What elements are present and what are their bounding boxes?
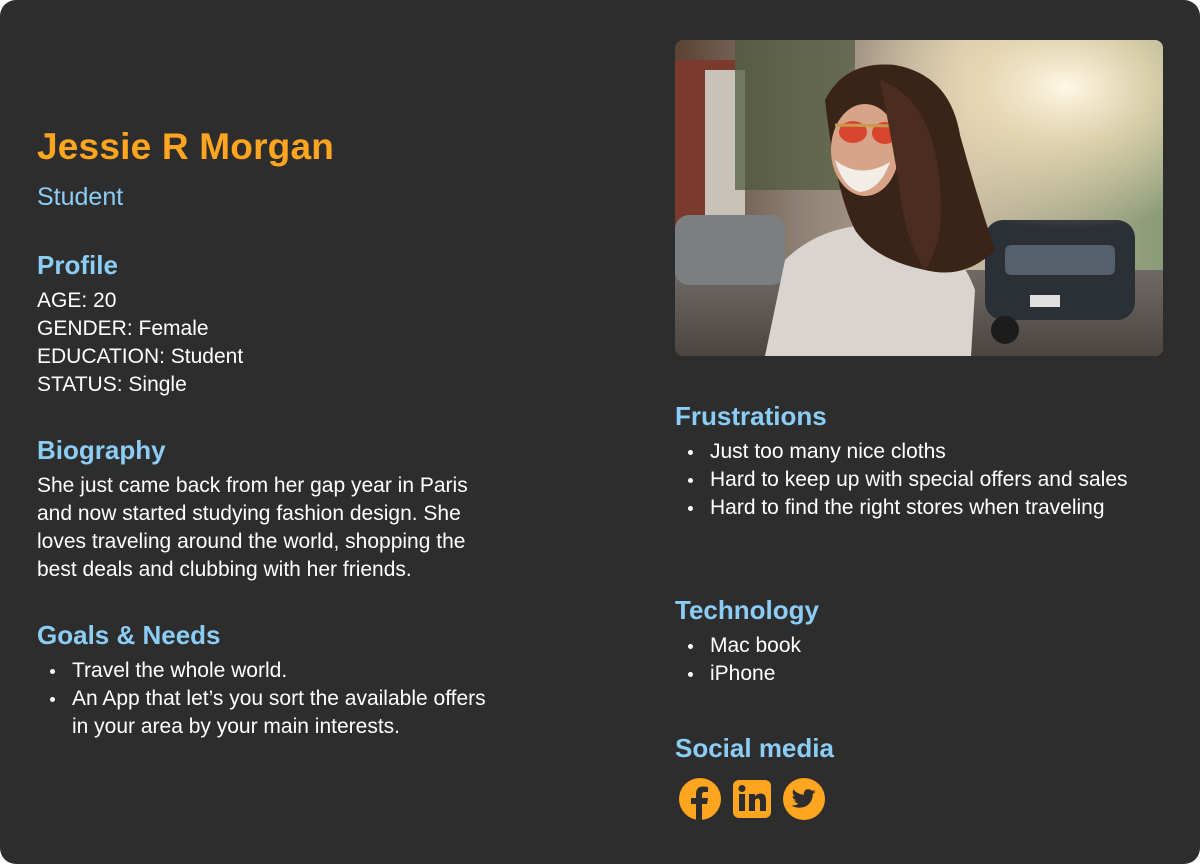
goal-text: An App that let’s you sort the available…	[72, 687, 486, 738]
bullet-icon	[688, 644, 693, 649]
profile-heading: Profile	[37, 250, 118, 280]
goals-heading: Goals & Needs	[37, 620, 221, 650]
list-item: Travel the whole world.	[37, 657, 507, 685]
bullet-icon	[50, 697, 55, 702]
persona-photo	[675, 40, 1163, 356]
list-item: Hard to keep up with special offers and …	[675, 466, 1155, 494]
frustrations-heading: Frustrations	[675, 401, 827, 431]
goal-text: Travel the whole world.	[72, 659, 288, 682]
goals-list: Travel the whole world. An App that let’…	[37, 657, 507, 741]
list-item: Hard to find the right stores when trave…	[675, 494, 1155, 522]
biography-line: and now started studying fashion design.…	[37, 502, 461, 525]
profile-age: AGE: 20	[37, 289, 117, 312]
bullet-icon	[688, 450, 693, 455]
bullet-icon	[50, 669, 55, 674]
social-links	[678, 777, 826, 821]
list-item: Mac book	[675, 632, 1155, 660]
persona-role: Student	[37, 183, 124, 211]
list-item: iPhone	[675, 660, 1155, 688]
bullet-icon	[688, 672, 693, 677]
profile-details: AGE: 20 GENDER: Female EDUCATION: Studen…	[37, 287, 243, 399]
technology-list: Mac book iPhone	[675, 632, 1155, 688]
bullet-icon	[688, 478, 693, 483]
facebook-icon[interactable]	[678, 777, 722, 821]
frustration-text: Hard to find the right stores when trave…	[710, 496, 1105, 519]
profile-education: EDUCATION: Student	[37, 345, 244, 368]
linkedin-icon[interactable]	[730, 777, 774, 821]
biography-text: She just came back from her gap year in …	[37, 472, 468, 584]
list-item: An App that let’s you sort the available…	[37, 685, 507, 741]
profile-gender: GENDER: Female	[37, 317, 209, 340]
persona-card: Jessie R Morgan Student Profile AGE: 20 …	[0, 0, 1200, 864]
profile-status: STATUS: Single	[37, 373, 187, 396]
twitter-icon[interactable]	[782, 777, 826, 821]
frustration-text: Hard to keep up with special offers and …	[710, 468, 1128, 491]
list-item: Just too many nice cloths	[675, 438, 1155, 466]
social-heading: Social media	[675, 733, 834, 763]
persona-name: Jessie R Morgan	[37, 126, 335, 167]
technology-heading: Technology	[675, 595, 819, 625]
technology-text: Mac book	[710, 634, 802, 657]
bullet-icon	[688, 506, 693, 511]
technology-text: iPhone	[710, 662, 776, 685]
biography-heading: Biography	[37, 435, 166, 465]
biography-line: best deals and clubbing with her friends…	[37, 558, 412, 581]
biography-line: loves traveling around the world, shoppi…	[37, 530, 466, 553]
frustration-text: Just too many nice cloths	[710, 440, 946, 463]
frustrations-list: Just too many nice cloths Hard to keep u…	[675, 438, 1155, 522]
biography-line: She just came back from her gap year in …	[37, 474, 468, 497]
